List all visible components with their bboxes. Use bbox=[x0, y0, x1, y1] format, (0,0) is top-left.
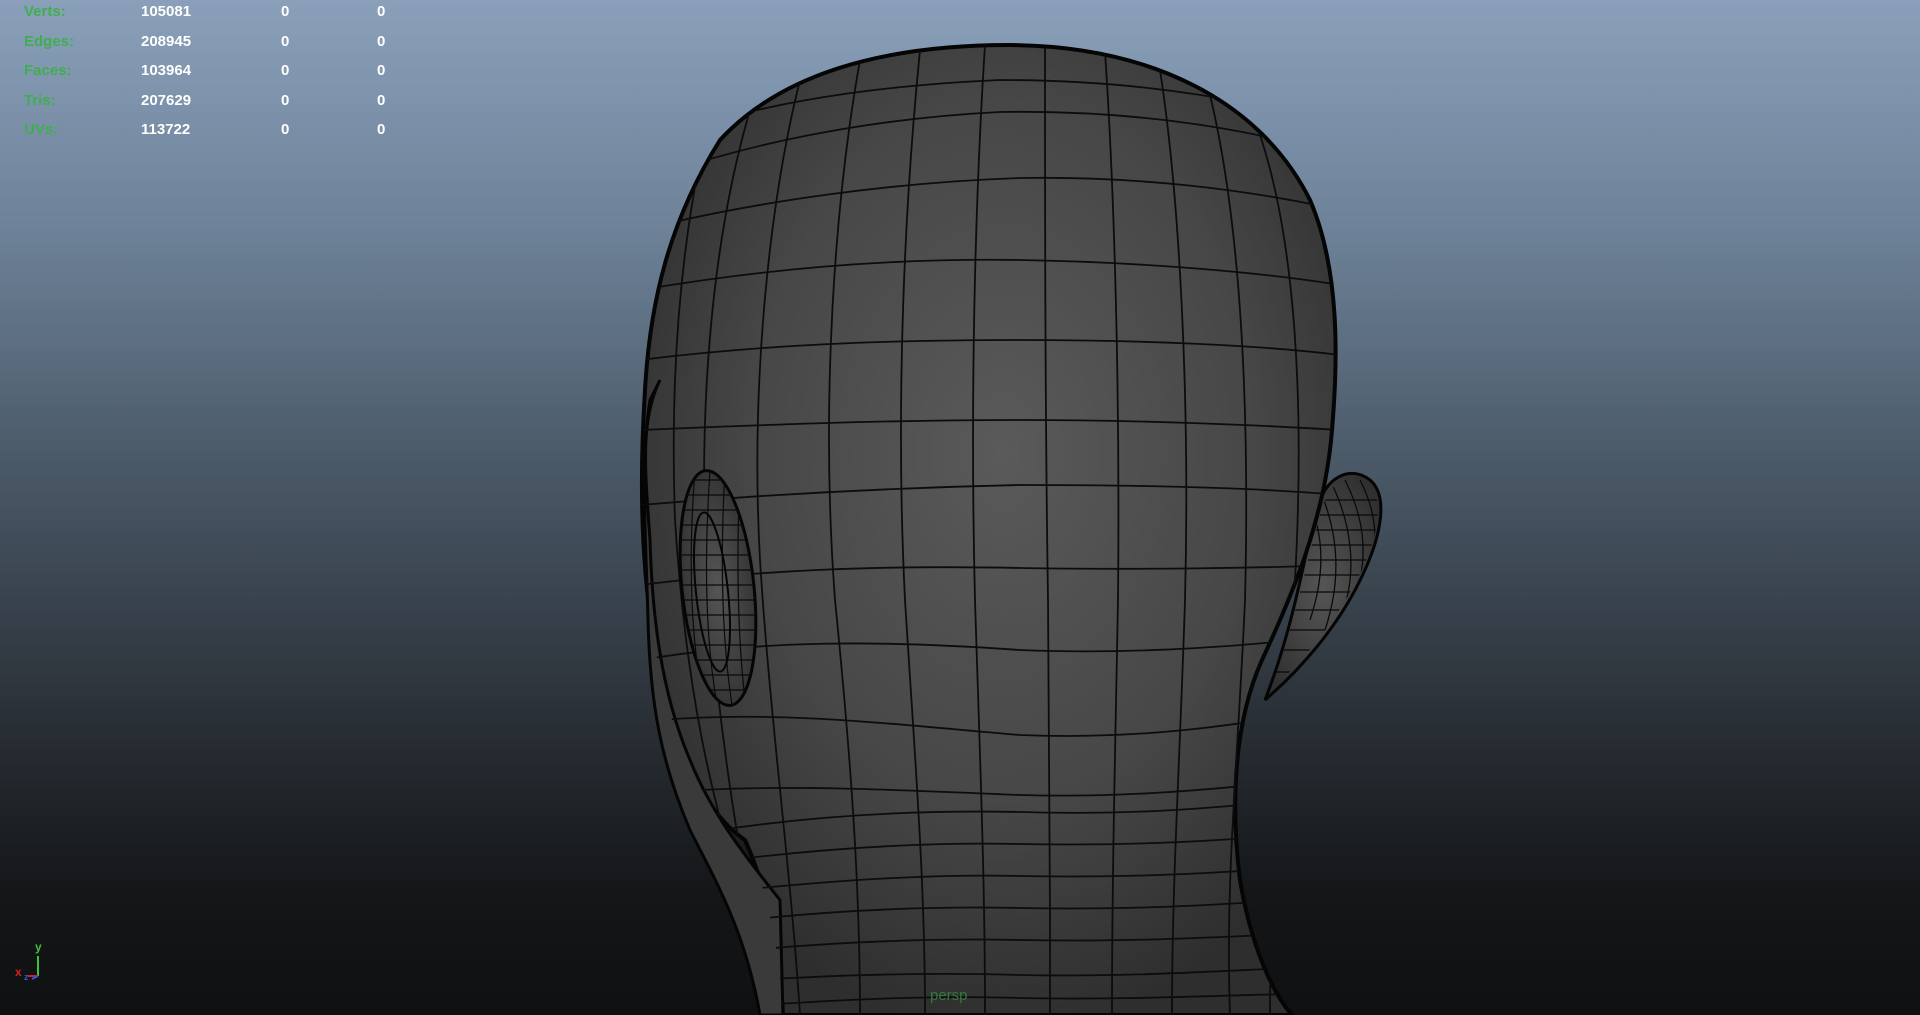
y-axis-label: y bbox=[35, 940, 42, 954]
axis-gizmo: y x z bbox=[15, 940, 42, 980]
z-axis-label: z bbox=[24, 972, 29, 980]
hud-value: 113722 bbox=[141, 121, 191, 138]
hud-value: 0 bbox=[377, 121, 386, 138]
hud-value: 0 bbox=[281, 33, 290, 50]
x-axis-label: x bbox=[15, 965, 22, 979]
hud-label: Tris: bbox=[24, 92, 56, 109]
hud-value: 0 bbox=[377, 3, 386, 20]
hud-value: 207629 bbox=[141, 92, 192, 109]
maya-perspective-viewport[interactable]: Verts: 105081 0 0 Edges: 208945 0 0 Face… bbox=[0, 0, 1920, 1015]
hud-label: Edges: bbox=[24, 33, 75, 50]
hud-row-faces: Faces: 103964 0 0 bbox=[0, 62, 420, 80]
hud-value: 0 bbox=[377, 62, 386, 79]
hud-value: 0 bbox=[377, 33, 386, 50]
hud-value: 208945 bbox=[141, 33, 192, 50]
hud-value: 0 bbox=[281, 92, 290, 109]
hud-value: 0 bbox=[281, 121, 290, 138]
hud-row-tris: Tris: 207629 0 0 bbox=[0, 92, 420, 110]
hud-label: Faces: bbox=[24, 62, 72, 79]
hud-value: 105081 bbox=[141, 3, 192, 20]
hud-value: 0 bbox=[377, 92, 386, 109]
hud-value: 0 bbox=[281, 62, 290, 79]
camera-name-label: persp bbox=[930, 987, 968, 1004]
hud-row-uvs: UVs: 113722 0 0 bbox=[0, 121, 420, 139]
hud-label: UVs: bbox=[24, 121, 59, 138]
hud-value: 103964 bbox=[141, 62, 192, 79]
hud-value: 0 bbox=[281, 3, 290, 20]
head-mesh-wireframe[interactable] bbox=[0, 0, 1920, 1015]
hud-label: Verts: bbox=[24, 3, 66, 20]
hud-row-edges: Edges: 208945 0 0 bbox=[0, 33, 420, 51]
hud-row-verts: Verts: 105081 0 0 bbox=[0, 3, 420, 21]
